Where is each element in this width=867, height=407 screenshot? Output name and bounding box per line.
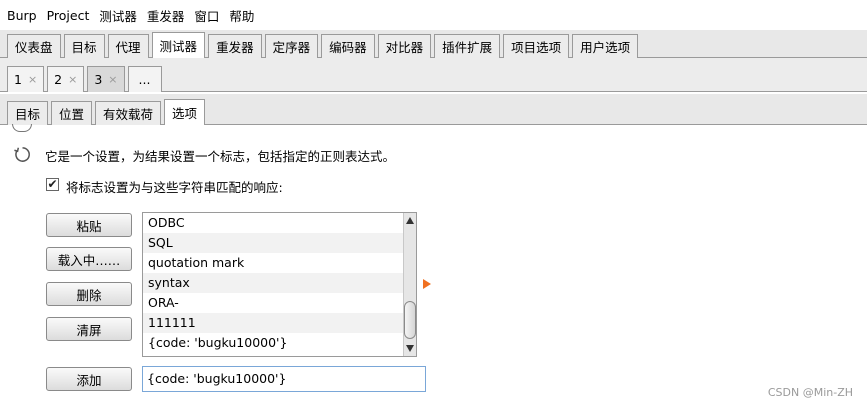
attack-tab-label: 3 <box>94 72 103 87</box>
list-item[interactable]: {code: 'bugku10000'} <box>143 333 405 353</box>
expand-arrow-icon[interactable] <box>423 279 431 289</box>
tab-extender[interactable]: 插件扩展 <box>434 34 501 58</box>
flag-results-label: 将标志设置为与这些字符串匹配的响应: <box>66 180 283 195</box>
add-string-input[interactable]: {code: 'bugku10000'} <box>142 366 426 392</box>
attack-tab-label: ... <box>138 72 151 87</box>
tab-comparer[interactable]: 对比器 <box>377 34 432 58</box>
tab-payloads[interactable]: 有效载荷 <box>95 101 162 125</box>
menu-intruder[interactable]: 测试器 <box>96 6 140 25</box>
close-icon[interactable]: × <box>28 73 37 86</box>
grep-match-panel: 它是一个设置，为结果设置一个标志，包括指定的正则表达式。 ✔ 将标志设置为与这些… <box>0 124 867 407</box>
tab-positions[interactable]: 位置 <box>51 101 93 125</box>
attack-tab-new[interactable]: ... <box>127 66 162 92</box>
tab-user-options[interactable]: 用户选项 <box>572 34 639 58</box>
menu-help[interactable]: 帮助 <box>226 6 257 25</box>
refresh-icon[interactable] <box>13 145 32 164</box>
tab-dashboard[interactable]: 仪表盘 <box>7 34 61 58</box>
scroll-thumb[interactable] <box>404 301 416 339</box>
attack-tab-label: 1 <box>14 72 22 87</box>
load-button[interactable]: 载入中…… <box>46 247 132 271</box>
close-icon[interactable]: × <box>68 73 77 86</box>
scroll-up-icon[interactable] <box>406 217 414 224</box>
options-tab-bar: 目标 位置 有效载荷 选项 <box>0 94 867 125</box>
scroll-down-icon[interactable] <box>406 345 414 352</box>
list-item[interactable]: 111111 <box>143 313 405 333</box>
menu-window[interactable]: 窗口 <box>191 6 222 25</box>
help-icon <box>12 124 32 132</box>
menu-project[interactable]: Project <box>44 8 93 23</box>
flag-results-checkbox[interactable]: ✔ <box>46 178 59 191</box>
match-strings-list[interactable]: ODBC SQL quotation mark syntax ORA- 1111… <box>142 212 417 357</box>
attack-tab-label: 2 <box>54 72 63 87</box>
tab-sequencer[interactable]: 定序器 <box>264 34 319 58</box>
tab-proxy[interactable]: 代理 <box>107 34 149 58</box>
menu-burp[interactable]: Burp <box>4 8 40 23</box>
add-button[interactable]: 添加 <box>46 367 132 391</box>
tab-repeater[interactable]: 重发器 <box>208 34 262 58</box>
tab-project-options[interactable]: 项目选项 <box>503 34 570 58</box>
attack-tab-2[interactable]: 2 × <box>47 66 85 92</box>
remove-button[interactable]: 删除 <box>46 282 132 306</box>
list-item[interactable]: quotation mark <box>143 253 405 273</box>
tab-attack-target[interactable]: 目标 <box>7 101 49 125</box>
menu-repeater[interactable]: 重发器 <box>144 6 188 25</box>
list-item[interactable]: syntax <box>143 273 405 293</box>
tab-target[interactable]: 目标 <box>63 34 105 58</box>
list-item[interactable]: ORA- <box>143 293 405 313</box>
paste-button[interactable]: 粘贴 <box>46 213 132 237</box>
clear-button[interactable]: 清屏 <box>46 317 132 341</box>
tab-decoder[interactable]: 编码器 <box>321 34 375 58</box>
attack-tab-3[interactable]: 3 × <box>87 66 125 92</box>
list-item[interactable]: ODBC <box>143 213 405 233</box>
list-item[interactable]: SQL <box>143 233 405 253</box>
tab-options[interactable]: 选项 <box>164 99 206 125</box>
attack-tab-1[interactable]: 1 × <box>7 66 45 92</box>
section-description: 它是一个设置，为结果设置一个标志，包括指定的正则表达式。 <box>45 149 396 164</box>
top-tab-bar: 仪表盘 目标 代理 测试器 重发器 定序器 编码器 对比器 插件扩展 项目选项 … <box>0 30 867 58</box>
tab-intruder[interactable]: 测试器 <box>151 32 206 58</box>
close-icon[interactable]: × <box>108 73 117 86</box>
watermark: CSDN @Min-ZH <box>767 386 853 399</box>
list-scrollbar[interactable] <box>403 213 416 356</box>
attack-tab-bar: 1 × 2 × 3 × ... <box>0 58 867 92</box>
menu-bar: Burp Project 测试器 重发器 窗口 帮助 <box>0 0 867 30</box>
